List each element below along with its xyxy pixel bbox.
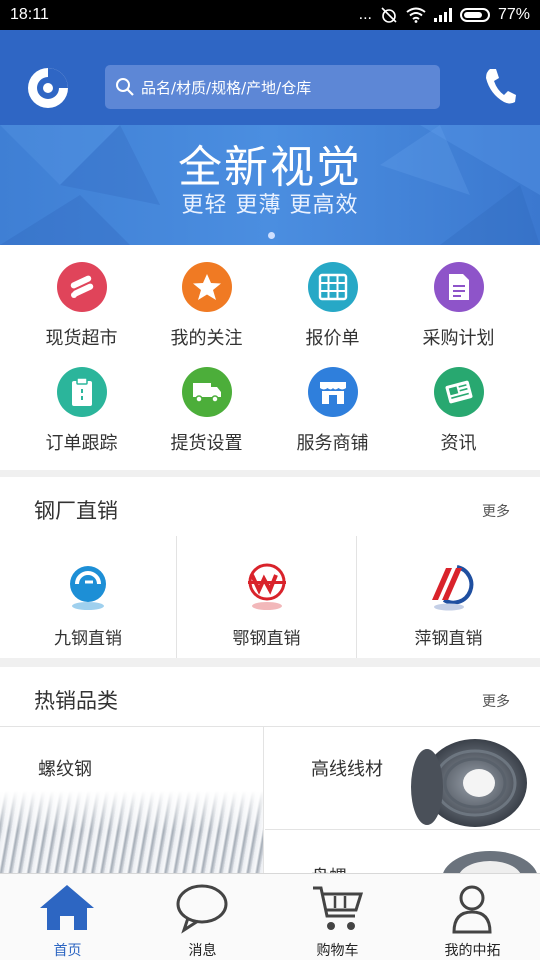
home-icon bbox=[40, 885, 94, 930]
cart-icon bbox=[313, 886, 364, 930]
category-label: 盘螺 bbox=[311, 863, 347, 873]
banner-page-indicator bbox=[268, 232, 275, 239]
quick-item-label: 订单跟踪 bbox=[45, 433, 118, 454]
wifi-icon bbox=[406, 7, 426, 23]
phone-icon[interactable] bbox=[482, 66, 518, 106]
quick-item-label: 提货设置 bbox=[170, 433, 243, 454]
quick-item-news[interactable]: 资讯 bbox=[391, 350, 526, 455]
hot-categories-section-header: 热销品类 更多 bbox=[0, 667, 540, 727]
status-time: 18:11 bbox=[10, 6, 49, 23]
brand-label: 萍钢直销 bbox=[414, 629, 483, 649]
quick-item-pickup-settings[interactable]: 提货设置 bbox=[139, 350, 274, 455]
quick-item-label: 服务商铺 bbox=[296, 433, 369, 454]
chat-bubble-icon bbox=[176, 884, 228, 934]
jiugang-logo-icon bbox=[70, 566, 106, 610]
tab-label: 我的中拓 bbox=[444, 943, 501, 959]
steel-mill-brands: 九钢直销 鄂钢直销 萍钢直销 bbox=[0, 536, 540, 658]
brand-egang[interactable]: 鄂钢直销 bbox=[176, 536, 356, 658]
steel-mill-section-header: 钢厂直销 更多 bbox=[0, 477, 540, 537]
status-bar: 18:11 ... 77% bbox=[0, 0, 540, 30]
category-label: 螺纹钢 bbox=[38, 759, 92, 780]
app-header: 品名/材质/规格/产地/仓库 bbox=[0, 30, 540, 125]
star-icon bbox=[182, 262, 232, 312]
tab-cart[interactable]: 购物车 bbox=[270, 874, 405, 960]
quick-menu: 现货超市 我的关注 报价单 采购计划 订单跟踪 提货设置 服务商铺 资讯 bbox=[0, 245, 540, 470]
category-card-wire-rod[interactable]: 高线线材 bbox=[265, 727, 540, 829]
quick-item-label: 我的关注 bbox=[170, 328, 243, 349]
category-card-coil-rebar[interactable]: 盘螺 bbox=[265, 830, 540, 873]
brand-label: 九钢直销 bbox=[54, 629, 122, 649]
search-placeholder: 品名/材质/规格/产地/仓库 bbox=[141, 78, 312, 97]
quick-item-label: 资讯 bbox=[440, 433, 477, 454]
hot-categories-grid: 螺纹钢 高线线材 盘螺 bbox=[0, 727, 540, 873]
app-logo-icon[interactable] bbox=[26, 66, 70, 110]
tab-home[interactable]: 首页 bbox=[0, 874, 135, 960]
quick-item-spot-market[interactable]: 现货超市 bbox=[14, 245, 149, 350]
battery-icon bbox=[459, 8, 490, 22]
promo-banner[interactable]: 全新视觉 更轻 更薄 更高效 bbox=[0, 125, 540, 245]
document-icon bbox=[434, 262, 484, 312]
quick-item-label: 采购计划 bbox=[422, 328, 495, 349]
clipboard-icon bbox=[57, 367, 107, 417]
tab-messages[interactable]: 消息 bbox=[135, 874, 270, 960]
tab-label: 首页 bbox=[53, 943, 82, 959]
bottom-tab-bar: 首页 消息 购物车 我的中拓 bbox=[0, 873, 540, 960]
tab-my-zhongtuo[interactable]: 我的中拓 bbox=[405, 874, 540, 960]
category-card-rebar[interactable]: 螺纹钢 bbox=[0, 727, 264, 873]
pinggang-logo-icon bbox=[432, 565, 474, 611]
wire-coil-image bbox=[411, 739, 527, 827]
rebar-image-fade bbox=[0, 791, 263, 831]
alarm-off-icon bbox=[381, 7, 397, 23]
status-indicators: ... 77% bbox=[359, 6, 530, 24]
category-label: 高线线材 bbox=[311, 759, 383, 780]
battery-percent: 77% bbox=[497, 6, 530, 23]
banner-title: 全新视觉 bbox=[178, 142, 362, 193]
tab-label: 购物车 bbox=[316, 943, 359, 959]
grid-table-icon bbox=[308, 262, 358, 312]
section-title: 钢厂直销 bbox=[34, 499, 118, 523]
newspaper-icon bbox=[434, 367, 484, 417]
status-dots: ... bbox=[358, 6, 372, 23]
egang-logo-icon bbox=[248, 563, 286, 610]
brand-label: 鄂钢直销 bbox=[232, 629, 301, 649]
quick-item-my-follows[interactable]: 我的关注 bbox=[139, 245, 274, 350]
truck-icon bbox=[182, 367, 232, 417]
brand-jiugang[interactable]: 九钢直销 bbox=[0, 536, 176, 658]
quick-item-service-shop[interactable]: 服务商铺 bbox=[265, 350, 400, 455]
store-icon bbox=[308, 367, 358, 417]
quick-item-order-tracking[interactable]: 订单跟踪 bbox=[14, 350, 149, 455]
section-title: 热销品类 bbox=[34, 689, 118, 713]
category-column-right: 高线线材 盘螺 bbox=[265, 727, 540, 873]
more-link[interactable]: 更多 bbox=[482, 501, 510, 521]
banner-subtitle: 更轻 更薄 更高效 bbox=[181, 193, 359, 218]
quick-item-label: 报价单 bbox=[305, 328, 360, 349]
brand-pinggang[interactable]: 萍钢直销 bbox=[356, 536, 540, 658]
search-input[interactable]: 品名/材质/规格/产地/仓库 bbox=[105, 65, 440, 109]
tab-label: 消息 bbox=[188, 943, 217, 959]
quick-item-purchase-plan[interactable]: 采购计划 bbox=[391, 245, 526, 350]
more-link[interactable]: 更多 bbox=[482, 691, 510, 711]
person-icon bbox=[452, 885, 492, 934]
search-icon bbox=[116, 78, 134, 96]
signal-icon bbox=[433, 8, 452, 22]
steel-bars-icon bbox=[57, 262, 107, 312]
quick-item-label: 现货超市 bbox=[45, 328, 118, 349]
quick-item-quote-list[interactable]: 报价单 bbox=[265, 245, 400, 350]
coil-rebar-image bbox=[443, 851, 537, 873]
